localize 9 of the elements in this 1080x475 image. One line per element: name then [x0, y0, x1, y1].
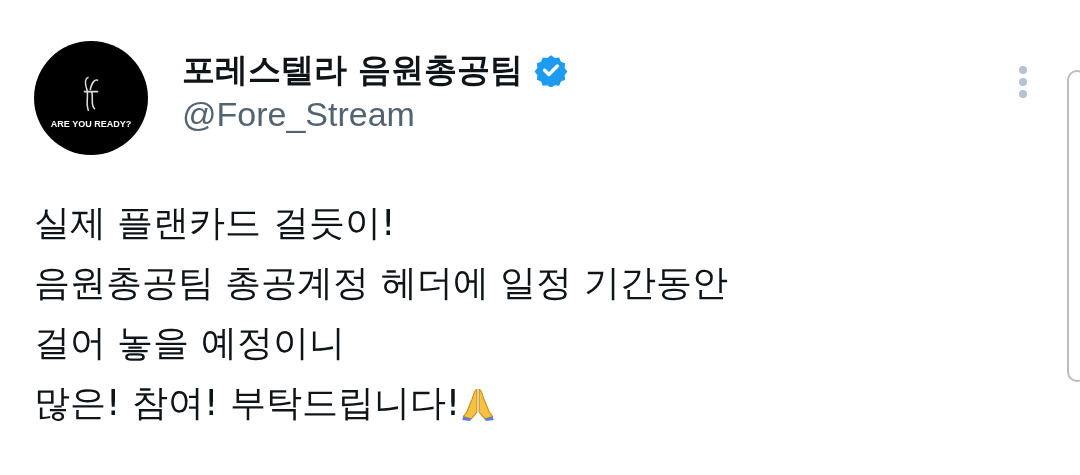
display-name[interactable]: 포레스텔라 음원총공팀	[182, 47, 524, 93]
user-handle[interactable]: @Fore_Stream	[182, 95, 568, 134]
more-options-icon[interactable]	[1018, 65, 1028, 99]
tweet-text: 걸어 놓을 예정이니	[34, 320, 345, 365]
avatar[interactable]: ARE YOU READY?	[34, 41, 148, 155]
tweet-text: 많은! 참여! 부탁드립니다!	[34, 380, 461, 425]
avatar-caption: ARE YOU READY?	[50, 119, 132, 129]
tweet-text: 실제 플랜카드 걸듯이!	[34, 200, 396, 245]
tweet-text: 음원총공팀 총공계정 헤더에 일정 기간동안	[34, 260, 728, 305]
